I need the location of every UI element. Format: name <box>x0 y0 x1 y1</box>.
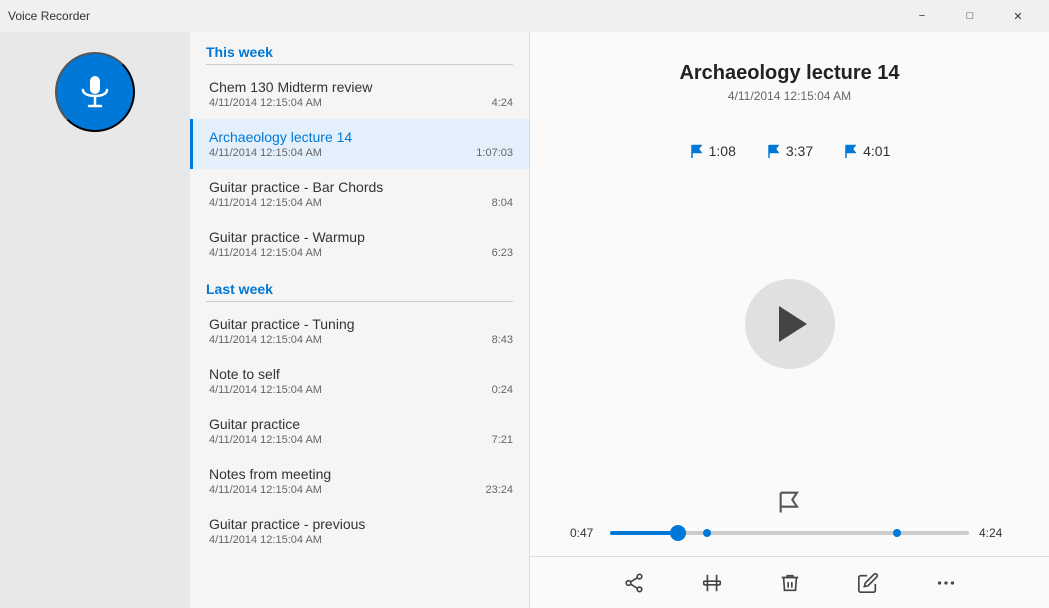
maximize-button[interactable]: □ <box>947 0 993 32</box>
marker-time: 4:01 <box>863 143 890 159</box>
recording-duration: 0:24 <box>492 384 513 396</box>
delete-icon <box>779 572 801 594</box>
recording-duration: 4:24 <box>492 97 513 109</box>
recording-name: Guitar practice <box>209 416 513 432</box>
list-item[interactable]: Guitar practice - Bar Chords 4/11/2014 12… <box>190 169 529 219</box>
play-icon <box>779 306 807 342</box>
list-item[interactable]: Notes from meeting 4/11/2014 12:15:04 AM 2… <box>190 456 529 506</box>
window-controls: − □ ✕ <box>899 0 1041 32</box>
microphone-icon <box>77 74 113 110</box>
bottom-toolbar <box>530 556 1049 608</box>
edit-icon <box>857 572 879 594</box>
recording-date: 4/11/2014 12:15:04 AM <box>209 484 322 496</box>
share-icon <box>623 572 645 594</box>
close-button[interactable]: ✕ <box>995 0 1041 32</box>
share-button[interactable] <box>615 564 653 602</box>
progress-area: 0:47 4:24 <box>530 526 1049 540</box>
list-item[interactable]: Note to self 4/11/2014 12:15:04 AM 0:24 <box>190 356 529 406</box>
trim-icon <box>701 572 723 594</box>
recording-date: 4/11/2014 12:15:04 AM <box>209 334 322 346</box>
app-body: This week Chem 130 Midterm review 4/11/201… <box>0 32 1049 608</box>
recording-date: 4/11/2014 12:15:04 AM <box>209 97 322 109</box>
recording-duration: 1:07:03 <box>476 147 513 159</box>
recording-duration: 23:24 <box>485 484 513 496</box>
recording-duration: 8:43 <box>492 334 513 346</box>
current-time: 0:47 <box>570 526 600 540</box>
progress-thumb[interactable] <box>670 525 686 541</box>
recording-date: 4/11/2014 12:15:04 AM <box>209 434 322 446</box>
list-item[interactable]: Guitar practice 4/11/2014 12:15:04 AM 7:21 <box>190 406 529 456</box>
section-divider <box>206 64 513 65</box>
sidebar <box>0 32 190 608</box>
progress-row: 0:47 4:24 <box>570 526 1009 540</box>
player-header: Archaeology lecture 14 4/11/2014 12:15:0… <box>530 32 1049 113</box>
minimize-button[interactable]: − <box>899 0 945 32</box>
player-title: Archaeology lecture 14 <box>570 62 1009 85</box>
player-date: 4/11/2014 12:15:04 AM <box>570 89 1009 103</box>
recording-name: Guitar practice - Tuning <box>209 316 513 332</box>
marker-flag-icon <box>766 143 782 159</box>
recording-date: 4/11/2014 12:15:04 AM <box>209 534 322 546</box>
section-header-last-week: Last week <box>190 269 529 301</box>
play-button[interactable] <box>745 279 835 369</box>
progress-track[interactable] <box>610 531 969 535</box>
marker-item-0: 1:08 <box>689 143 736 159</box>
flag-icon <box>776 488 804 516</box>
recording-date: 4/11/2014 12:15:04 AM <box>209 147 322 159</box>
main-player: Archaeology lecture 14 4/11/2014 12:15:0… <box>530 32 1049 608</box>
record-button[interactable] <box>55 52 135 132</box>
title-bar: Voice Recorder − □ ✕ <box>0 0 1049 32</box>
add-marker-button[interactable] <box>776 488 804 516</box>
marker-time: 1:08 <box>709 143 736 159</box>
markers-row: 1:08 3:37 4:01 <box>689 143 891 159</box>
recording-name: Notes from meeting <box>209 466 513 482</box>
app-title: Voice Recorder <box>8 9 90 23</box>
total-time: 4:24 <box>979 526 1009 540</box>
list-item[interactable]: Guitar practice - previous 4/11/2014 12:1… <box>190 506 529 556</box>
recording-name: Guitar practice - Bar Chords <box>209 179 513 195</box>
recording-date: 4/11/2014 12:15:04 AM <box>209 384 322 396</box>
recording-date: 4/11/2014 12:15:04 AM <box>209 247 322 259</box>
recording-name: Note to self <box>209 366 513 382</box>
more-button[interactable] <box>927 564 965 602</box>
play-area <box>745 159 835 488</box>
marker-time: 3:37 <box>786 143 813 159</box>
recording-name: Guitar practice - previous <box>209 516 513 532</box>
rename-button[interactable] <box>849 564 887 602</box>
delete-button[interactable] <box>771 564 809 602</box>
more-icon <box>935 572 957 594</box>
recording-duration: 7:21 <box>492 434 513 446</box>
recording-name: Chem 130 Midterm review <box>209 79 513 95</box>
list-item[interactable]: Archaeology lecture 14 4/11/2014 12:15:04… <box>190 119 529 169</box>
recording-duration: 8:04 <box>492 197 513 209</box>
marker-flag-icon <box>843 143 859 159</box>
recording-list: This week Chem 130 Midterm review 4/11/201… <box>190 32 530 608</box>
marker-flag-icon <box>689 143 705 159</box>
recording-name: Archaeology lecture 14 <box>209 129 513 145</box>
marker-dot-2 <box>893 529 901 537</box>
marker-dot-1 <box>703 529 711 537</box>
list-item[interactable]: Chem 130 Midterm review 4/11/2014 12:15:0… <box>190 69 529 119</box>
flag-button-area <box>776 488 804 516</box>
progress-filled <box>610 531 678 535</box>
recording-date: 4/11/2014 12:15:04 AM <box>209 197 322 209</box>
marker-item-1: 3:37 <box>766 143 813 159</box>
list-item[interactable]: Guitar practice - Warmup 4/11/2014 12:15:… <box>190 219 529 269</box>
list-item[interactable]: Guitar practice - Tuning 4/11/2014 12:15:… <box>190 306 529 356</box>
section-header-this-week: This week <box>190 32 529 64</box>
section-divider <box>206 301 513 302</box>
marker-item-2: 4:01 <box>843 143 890 159</box>
recording-name: Guitar practice - Warmup <box>209 229 513 245</box>
recording-duration: 6:23 <box>492 247 513 259</box>
trim-button[interactable] <box>693 564 731 602</box>
